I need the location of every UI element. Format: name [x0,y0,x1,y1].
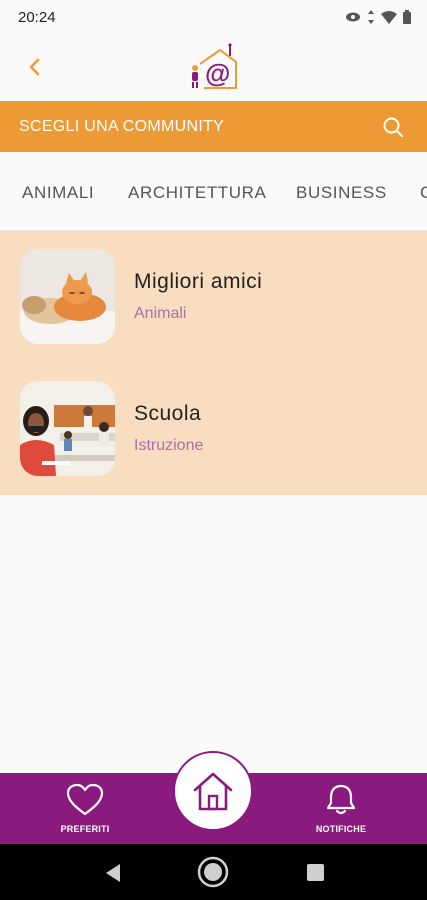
app-header: @ [0,34,427,101]
community-title: Migliori amici [134,270,263,293]
status-icons [345,10,411,24]
nav-notifiche[interactable]: NOTIFICHE [296,783,386,834]
home-button[interactable] [173,751,253,831]
list-item[interactable]: Scuola Istruzione [0,363,427,495]
nav-preferiti[interactable]: PREFERITI [40,783,130,834]
system-recents-icon[interactable] [307,864,324,881]
battery-icon [403,10,411,24]
nav-notifiche-label: NOTIFICHE [315,824,367,834]
bell-icon [326,784,356,815]
tab-animali[interactable]: ANIMALI [22,183,94,203]
community-category: Istruzione [134,437,204,454]
wifi-icon [381,10,397,24]
community-thumbnail [20,249,115,344]
status-bar: 20:24 [0,0,427,34]
community-list: Migliori amici Animali Scuola Istruzione [0,231,427,495]
list-item[interactable]: Migliori amici Animali [0,231,427,363]
house-at-logo-icon: @ [192,43,237,89]
community-category: Animali [134,305,187,322]
status-time: 20:24 [18,9,56,26]
system-home-icon[interactable] [197,856,229,888]
category-tabs: ANIMALI ARCHITETTURA BUSINESS C [0,152,427,231]
svg-text:@: @ [205,58,230,88]
system-back-icon[interactable] [104,863,122,883]
pets-image [20,249,115,344]
tab-next-partial[interactable]: C [420,183,427,203]
system-nav-bar [0,844,427,900]
community-search-bar[interactable]: SCEGLI UNA COMMUNITY [0,101,427,152]
eye-icon [346,12,360,22]
classroom-image [20,381,115,476]
search-label: SCEGLI UNA COMMUNITY [19,118,225,135]
community-thumbnail [20,381,115,476]
home-icon [193,772,233,811]
chevron-left-icon[interactable] [22,54,48,80]
community-title: Scuola [134,402,202,425]
data-arrows-icon [368,10,374,24]
nav-preferiti-label: PREFERITI [60,824,110,834]
tab-business[interactable]: BUSINESS [296,183,387,203]
search-icon[interactable] [381,115,405,139]
tab-architettura[interactable]: ARCHITETTURA [128,183,266,203]
heart-icon [66,783,104,816]
